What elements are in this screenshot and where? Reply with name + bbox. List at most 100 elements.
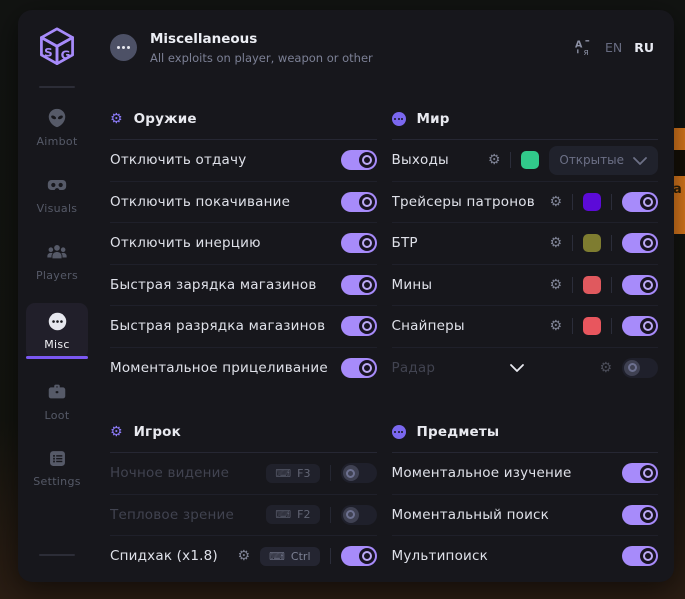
- toggle[interactable]: [341, 463, 377, 483]
- color-swatch[interactable]: [583, 276, 601, 294]
- vr-goggles-icon: [46, 174, 68, 196]
- section-items: Предметы Моментальное изучение Моменталь…: [392, 424, 659, 577]
- toggle[interactable]: [341, 546, 377, 566]
- feature-label: Моментальное изучение: [392, 465, 572, 481]
- gear-icon[interactable]: ⚙: [488, 153, 501, 167]
- gear-icon[interactable]: ⚙: [549, 195, 562, 209]
- gear-icon[interactable]: ⚙: [237, 549, 250, 563]
- sidebar-divider: [39, 86, 75, 88]
- page-header: Miscellaneous All exploits on player, we…: [110, 10, 654, 85]
- briefcase-icon: [46, 381, 68, 403]
- section-weapon: ⚙ Оружие Отключить отдачу Отключить пока…: [110, 111, 377, 388]
- section-header: ⚙ Игрок: [110, 424, 377, 440]
- gear-icon[interactable]: ⚙: [549, 278, 562, 292]
- feature-label: Тепловое зрение: [110, 507, 234, 523]
- feature-row: Трейсеры патронов ⚙: [392, 181, 659, 223]
- dropdown[interactable]: Открытые: [549, 146, 658, 175]
- feature-label: Радар: [392, 360, 436, 376]
- chevron-down-icon[interactable]: [509, 363, 525, 373]
- feature-row: Быстрая разрядка магазинов: [110, 305, 377, 347]
- color-swatch[interactable]: [521, 151, 539, 169]
- divider: [611, 235, 612, 251]
- toggle[interactable]: [341, 192, 377, 212]
- section-world: Мир Выходы ⚙ Открытые Трейсеры патронов …: [392, 111, 659, 388]
- feature-row: Моментальный поиск: [392, 494, 659, 536]
- divider: [572, 235, 573, 251]
- hotkey-badge[interactable]: ⌨F2: [266, 505, 319, 524]
- section-player: ⚙ Игрок Ночное видение ⌨F3 Тепловое зрен…: [110, 424, 377, 577]
- toggle[interactable]: [341, 233, 377, 253]
- feature-row: Отключить отдачу: [110, 140, 377, 181]
- sidebar-item-settings[interactable]: Settings: [26, 443, 88, 493]
- sidebar-item-loot[interactable]: Loot: [26, 376, 88, 426]
- toggle[interactable]: [341, 505, 377, 525]
- sidebar-item-misc[interactable]: Misc: [26, 303, 88, 359]
- gear-icon[interactable]: ⚙: [599, 361, 612, 375]
- gear-icon[interactable]: ⚙: [549, 236, 562, 250]
- section-header: Мир: [392, 111, 659, 127]
- divider: [330, 548, 331, 564]
- color-swatch[interactable]: [583, 234, 601, 252]
- ellipsis-circle-icon: [392, 425, 406, 439]
- keyboard-icon: ⌨: [275, 468, 291, 479]
- sidebar-nav: Aimbot Visuals Players Misc Loot Setting…: [18, 102, 96, 493]
- toggle[interactable]: [622, 233, 658, 253]
- feature-row: Мины ⚙: [392, 264, 659, 306]
- toggle[interactable]: [622, 192, 658, 212]
- feature-row: Спидхак (x1.8) ⚙⌨Ctrl: [110, 535, 377, 577]
- sidebar-item-label: Visuals: [37, 202, 78, 215]
- ellipsis-circle-icon: [392, 112, 406, 126]
- section-title: Мир: [417, 111, 450, 127]
- feature-label: Отключить инерцию: [110, 235, 261, 251]
- app-logo[interactable]: S G: [34, 24, 80, 74]
- divider: [572, 194, 573, 210]
- lang-en-button[interactable]: EN: [605, 40, 622, 55]
- toggle[interactable]: [341, 358, 377, 378]
- toggle[interactable]: [341, 275, 377, 295]
- color-swatch[interactable]: [583, 317, 601, 335]
- sidebar-item-players[interactable]: Players: [26, 236, 88, 286]
- chevron-down-icon: [632, 151, 648, 170]
- translate-icon[interactable]: A я: [574, 38, 593, 57]
- sidebar-item-aimbot[interactable]: Aimbot: [26, 102, 88, 152]
- background-art-letter: a: [673, 182, 682, 197]
- section-header: ⚙ Оружие: [110, 111, 377, 127]
- sidebar-item-label: Players: [36, 269, 78, 282]
- feature-label: Быстрая зарядка магазинов: [110, 277, 316, 293]
- toggle[interactable]: [341, 150, 377, 170]
- toggle[interactable]: [622, 316, 658, 336]
- feature-label: Моментальное прицеливание: [110, 360, 328, 376]
- gear-icon[interactable]: ⚙: [549, 319, 562, 333]
- toggle[interactable]: [622, 546, 658, 566]
- alien-icon: [46, 107, 68, 129]
- main-content: ⚙ Оружие Отключить отдачу Отключить пока…: [110, 85, 658, 582]
- toggle[interactable]: [341, 316, 377, 336]
- toggle[interactable]: [622, 275, 658, 295]
- feature-row: БТР ⚙: [392, 222, 659, 264]
- feature-row: Отключить инерцию: [110, 222, 377, 264]
- feature-row: Моментальное изучение: [392, 453, 659, 494]
- toggle[interactable]: [622, 505, 658, 525]
- divider: [330, 465, 331, 481]
- feature-row: Радар ⚙: [392, 347, 659, 389]
- sidebar: S G Aimbot Visuals Players Misc Loot Set…: [18, 10, 96, 582]
- feature-row: Выходы ⚙ Открытые: [392, 140, 659, 181]
- feature-label: Мины: [392, 277, 433, 293]
- toggle[interactable]: [622, 463, 658, 483]
- feature-label: Моментальный поиск: [392, 507, 550, 523]
- ellipsis-circle-icon: [47, 311, 68, 332]
- lang-ru-button[interactable]: RU: [634, 40, 654, 55]
- toggle[interactable]: [622, 358, 658, 378]
- hotkey-badge[interactable]: ⌨F3: [266, 464, 319, 483]
- feature-row: Мультипоиск: [392, 535, 659, 577]
- players-icon: [46, 241, 68, 263]
- color-swatch[interactable]: [583, 193, 601, 211]
- cube-logo-icon: S G: [35, 25, 79, 73]
- feature-label: Трейсеры патронов: [392, 194, 535, 210]
- svg-text:S: S: [44, 45, 53, 59]
- sidebar-item-visuals[interactable]: Visuals: [26, 169, 88, 219]
- keyboard-icon: ⌨: [275, 509, 291, 520]
- hotkey-badge[interactable]: ⌨Ctrl: [260, 547, 319, 566]
- section-title: Игрок: [134, 424, 181, 440]
- section-title: Предметы: [417, 424, 500, 440]
